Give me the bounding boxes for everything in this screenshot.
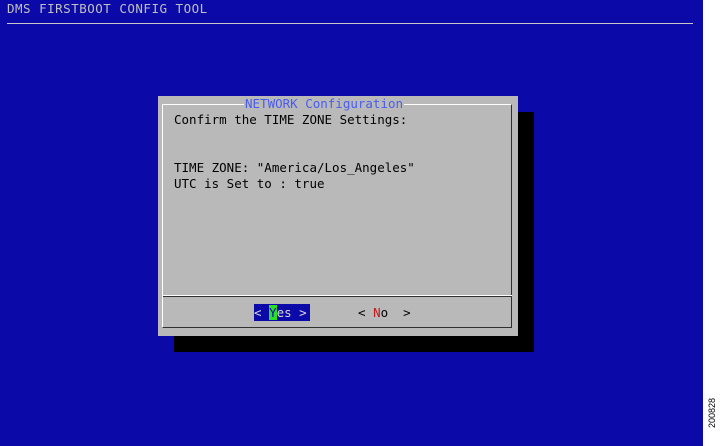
figure-id: 200828 [707, 397, 717, 428]
no-button-open: < [358, 305, 374, 320]
title-divider [7, 23, 693, 24]
utc-value: UTC is Set to : true [174, 176, 325, 191]
yes-button-hotkey: Y [269, 305, 277, 320]
app-title: DMS FIRSTBOOT CONFIG TOOL [7, 1, 208, 16]
dialog-prompt: Confirm the TIME ZONE Settings: [174, 112, 408, 127]
no-button-label: o [380, 305, 389, 320]
network-config-dialog: NETWORK Configuration Confirm the TIME Z… [158, 96, 518, 336]
timezone-value: TIME ZONE: "America/Los_Angeles" [174, 160, 415, 175]
no-button[interactable]: < No > [358, 304, 411, 321]
yes-button-close: > [291, 305, 307, 320]
terminal-screen: DMS FIRSTBOOT CONFIG TOOL NETWORK Config… [0, 0, 703, 446]
yes-button-open: < [254, 305, 270, 320]
yes-button-label: es [276, 305, 292, 320]
no-button-hotkey: N [373, 305, 381, 320]
no-button-close: > [388, 305, 411, 320]
dialog-title: NETWORK Configuration [244, 96, 405, 111]
button-divider [163, 295, 512, 297]
yes-button[interactable]: < Yes > [254, 304, 310, 321]
